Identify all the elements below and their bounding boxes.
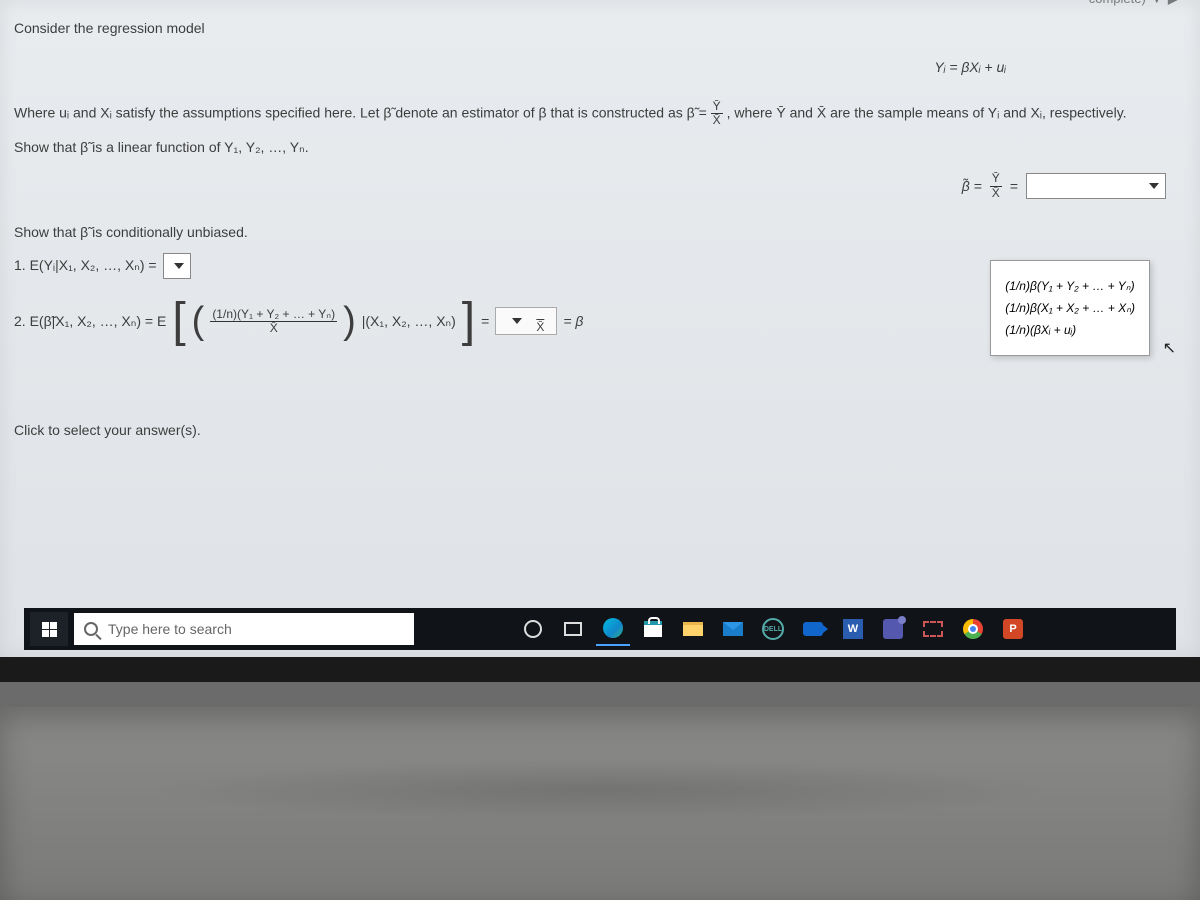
windows-logo-icon bbox=[42, 622, 57, 637]
question-content: Consider the regression model Yᵢ = βXᵢ +… bbox=[14, 18, 1186, 441]
search-icon bbox=[84, 622, 98, 636]
dell-icon[interactable]: DELL bbox=[756, 612, 790, 646]
explorer-icon[interactable] bbox=[676, 612, 710, 646]
option-1[interactable]: (1/n)β(Y₁ + Y₂ + … + Yₙ) bbox=[1005, 279, 1135, 293]
camera-icon[interactable] bbox=[796, 612, 830, 646]
frac-den: X̄ bbox=[711, 114, 723, 127]
intro-text: Consider the regression model bbox=[14, 18, 1186, 39]
progress-status: complete) ▼ ▶ bbox=[1089, 0, 1180, 8]
powerpoint-icon[interactable]: P bbox=[996, 612, 1030, 646]
status-text: complete) bbox=[1089, 0, 1146, 6]
caret-down-icon bbox=[1149, 183, 1159, 189]
frac-num-2: Ȳ bbox=[990, 172, 1002, 186]
cursor-icon: ↖ bbox=[1163, 338, 1176, 358]
taskview-icon[interactable] bbox=[556, 612, 590, 646]
q2-frac-den: X̄ bbox=[268, 322, 280, 335]
chrome-icon[interactable] bbox=[956, 612, 990, 646]
left-bracket-icon: [ bbox=[172, 297, 185, 345]
next-arrow-icon[interactable]: ▶ bbox=[1168, 0, 1180, 8]
q2-label: 2. E(β̃|X₁, X₂, …, Xₙ) = E bbox=[14, 311, 166, 332]
word-icon[interactable]: W bbox=[836, 612, 870, 646]
laptop-shadow bbox=[140, 760, 1060, 820]
q2-xbar-frac: X̄ bbox=[534, 308, 546, 334]
q2-result: = β bbox=[563, 311, 583, 332]
start-button[interactable] bbox=[30, 612, 68, 646]
model-equation: Yᵢ = βXᵢ + uᵢ bbox=[934, 59, 1006, 75]
ybar-over-xbar: Ȳ X̄ bbox=[711, 100, 723, 127]
click-select-hint: Click to select your answer(s). bbox=[14, 420, 1186, 441]
q2-eq1: = bbox=[481, 311, 489, 332]
option-2[interactable]: (1/n)β(X₁ + X₂ + … + Xₙ) bbox=[1005, 301, 1135, 315]
caret-down-icon bbox=[512, 318, 522, 324]
equals-sign: = bbox=[1010, 176, 1018, 197]
show-linear-text: Show that β̃ is a linear function of Y₁,… bbox=[14, 137, 1186, 158]
mail-icon[interactable] bbox=[716, 612, 750, 646]
edge-icon[interactable] bbox=[596, 612, 630, 646]
teams-icon[interactable] bbox=[876, 612, 910, 646]
where-line: Where uᵢ and Xᵢ satisfy the assumptions … bbox=[14, 100, 1186, 127]
snip-icon[interactable] bbox=[916, 612, 950, 646]
option-3[interactable]: (1/n)(βXᵢ + uᵢ) bbox=[1005, 323, 1135, 337]
right-bracket-icon: ] bbox=[462, 297, 475, 345]
beta-tilde-eq-text: β̃ = bbox=[962, 178, 982, 194]
answer-box-q2[interactable]: X̄ bbox=[495, 307, 557, 335]
frac-den-2: X̄ bbox=[990, 187, 1002, 200]
caret-down-icon bbox=[174, 263, 184, 269]
q2-given: |(X₁, X₂, …, Xₙ) bbox=[362, 311, 456, 332]
taskbar-search[interactable]: Type here to search bbox=[74, 613, 414, 645]
answer-select-q1[interactable] bbox=[163, 253, 191, 279]
answer-select-q2-inner[interactable] bbox=[506, 311, 528, 331]
store-icon[interactable] bbox=[636, 612, 670, 646]
beta-tilde-row: β̃ = Ȳ X̄ = bbox=[14, 172, 1166, 199]
where-text-a: Where uᵢ and Xᵢ satisfy the assumptions … bbox=[14, 104, 711, 120]
show-unbiased-text: Show that β̃ is conditionally unbiased. bbox=[14, 222, 1186, 243]
answer-select-linear[interactable] bbox=[1026, 173, 1166, 199]
q2-fraction: (1/n)(Y₁ + Y₂ + … + Yₙ) X̄ bbox=[210, 308, 337, 335]
left-paren: ( bbox=[192, 293, 205, 350]
search-placeholder: Type here to search bbox=[108, 621, 232, 637]
where-text-b: , where Ȳ and X̄ are the sample means of… bbox=[727, 104, 1127, 120]
q1-label: 1. E(Yᵢ|X₁, X₂, …, Xₙ) = bbox=[14, 255, 157, 276]
cortana-icon[interactable] bbox=[516, 612, 550, 646]
windows-taskbar: Type here to search DELL W P bbox=[24, 608, 1176, 650]
ybar-over-xbar-2: Ȳ X̄ bbox=[990, 172, 1002, 199]
q2-frac-num: (1/n)(Y₁ + Y₂ + … + Yₙ) bbox=[210, 308, 337, 322]
app-window: complete) ▼ ▶ Consider the regression mo… bbox=[0, 0, 1200, 682]
dropdown-options-panel[interactable]: (1/n)β(Y₁ + Y₂ + … + Yₙ) (1/n)β(X₁ + X₂ … bbox=[990, 260, 1150, 356]
right-paren: ) bbox=[343, 293, 356, 350]
beta-tilde-label: β̃ = bbox=[962, 176, 982, 197]
frac-num: Ȳ bbox=[711, 100, 723, 114]
chevron-down-icon[interactable]: ▼ bbox=[1150, 0, 1164, 6]
q2-xbar: X̄ bbox=[534, 321, 546, 334]
